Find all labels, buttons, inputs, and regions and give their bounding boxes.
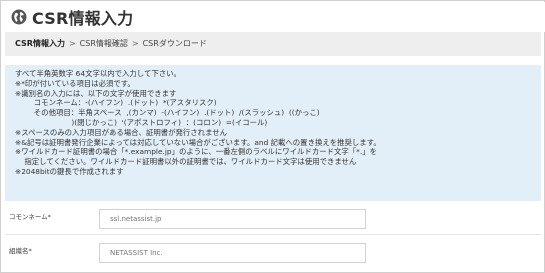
common-name-row: コモンネーム* [5, 203, 541, 235]
notice-line: ※スペースのみの入力項目がある場合、証明書が発行されません [15, 127, 228, 137]
breadcrumb-item-confirm: CSR情報確認 [79, 39, 128, 48]
notice-line: その他項目：半角スペース ,(カンマ) -(ハイフン) .(ドット) /(スラッ… [15, 108, 320, 118]
instructions-notice: すべて半角英数字 64文字以内で入力して下さい。 ※*印が付いている項目は必須で… [5, 65, 541, 201]
breadcrumb-separator: > [68, 39, 76, 48]
notice-line: ※&記号は証明書発行企業によっては対応していない場合がございます。and 記載へ… [15, 137, 381, 147]
notice-line: 指定してください。ワイルドカード証明書以外の証明書では、ワイルドカード文字は使用… [15, 157, 357, 167]
notice-line: ※ワイルドカード証明書の場合「*.example.jp」のように、一番左側のラベ… [15, 147, 377, 157]
page-title: CSR情報入力 [32, 9, 134, 28]
common-name-label: コモンネーム* [9, 213, 51, 221]
notice-line: コモンネーム：-(ハイフン) .(ドット) *(アスタリスク) [15, 98, 217, 108]
notice-line: ※識別名の入力には、以下の文字が使用できます [15, 88, 177, 98]
notice-line: )(閉じかっこ) '(アポストロフィ) ：(コロン) =(イコール) [15, 117, 268, 127]
organization-label: 組織名* [9, 247, 32, 255]
organization-input[interactable] [99, 243, 366, 263]
breadcrumb-item-download: CSRダウンロード [142, 39, 207, 48]
notice-line: すべて半角英数字 64文字以内で入力して下さい。 [15, 69, 181, 78]
breadcrumb: CSR情報入力 > CSR情報確認 > CSRダウンロード [5, 32, 541, 56]
page-header: CSR情報入力 [2, 2, 545, 32]
organization-row: 組織名* [5, 237, 541, 269]
breadcrumb-separator: > [131, 39, 139, 48]
notice-line: ※*印が付いている項目は必須です。 [15, 78, 135, 88]
notice-line: ※2048bitの鍵長で作成されます [15, 166, 124, 176]
breadcrumb-item-current: CSR情報入力 [15, 39, 65, 48]
window-frame: CSR情報入力 CSR情報入力 > CSR情報確認 > CSRダウンロード すべて半角英… [0, 0, 545, 273]
globe-icon [11, 9, 27, 25]
common-name-input[interactable] [99, 209, 366, 229]
